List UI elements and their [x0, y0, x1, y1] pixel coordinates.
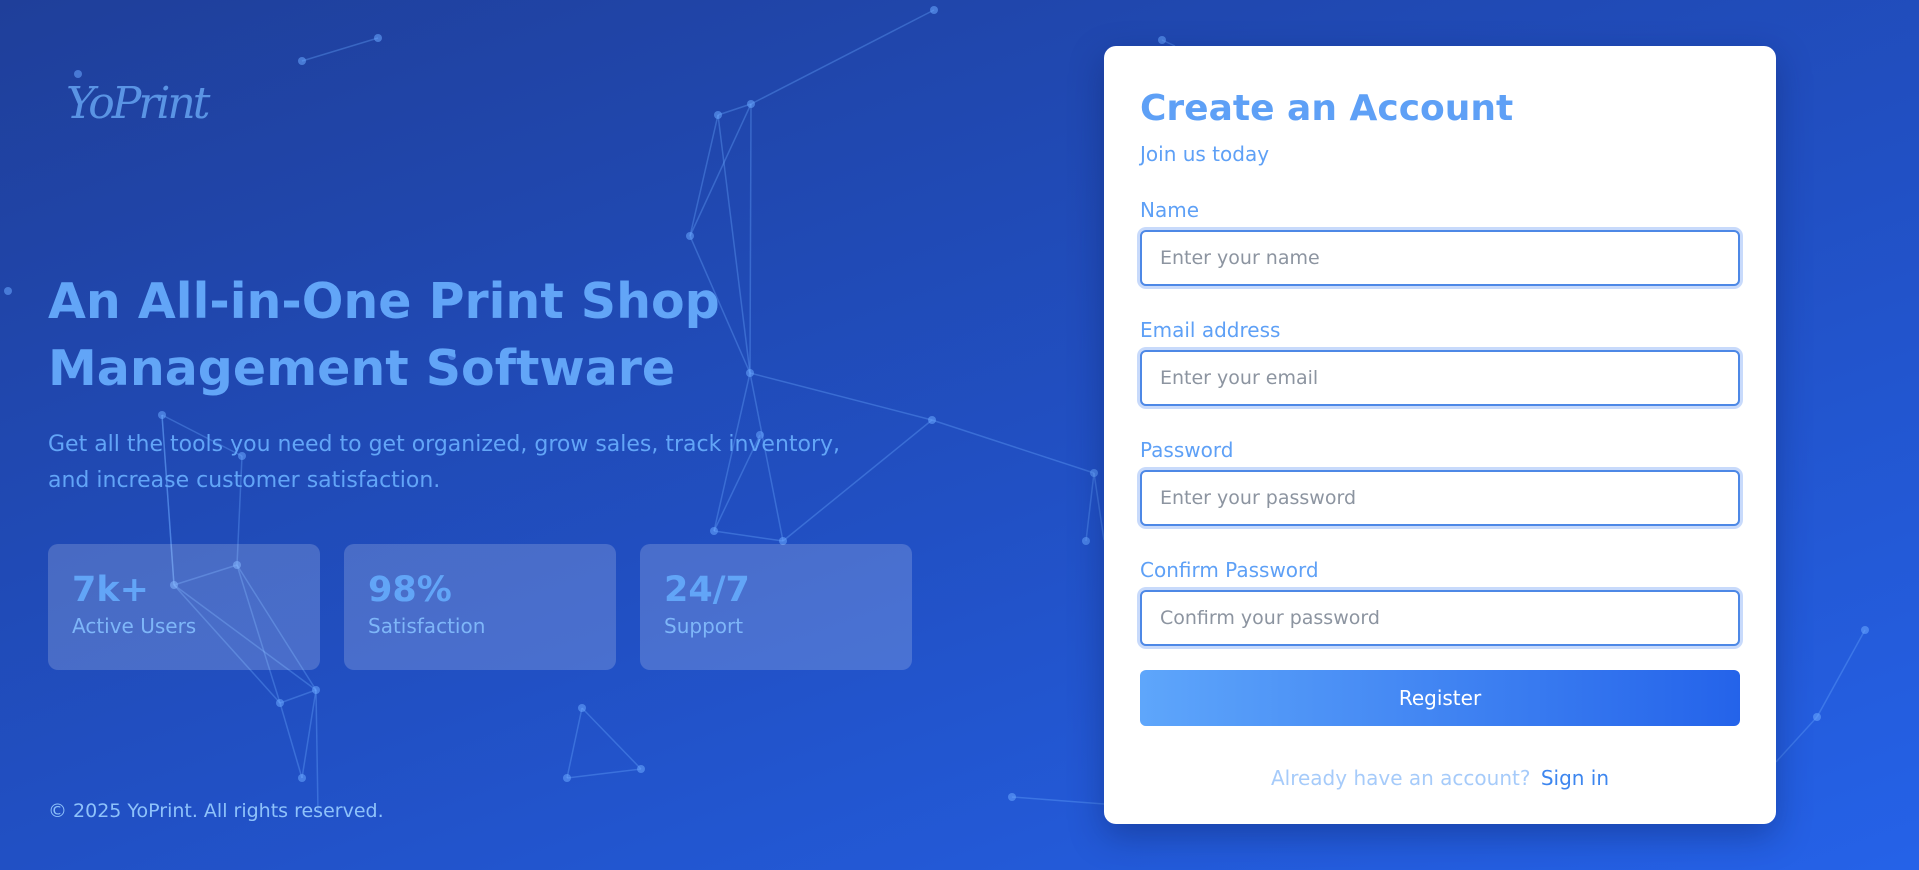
hero-title: An All-in-One Print Shop Management Soft… — [48, 273, 720, 397]
form-title: Create an Account — [1140, 88, 1514, 129]
signin-prompt: Already have an account? — [1270, 766, 1531, 790]
password-field-group: Password — [1140, 438, 1740, 526]
stat-label: Support — [664, 614, 744, 638]
stat-card-active-users: 7k+ Active Users — [48, 544, 320, 670]
password-label: Password — [1140, 438, 1234, 462]
signin-link[interactable]: Sign in — [1541, 766, 1609, 790]
yoprint-logo: YoPrint — [66, 78, 210, 129]
copyright-text: © 2025 YoPrint. All rights reserved. — [48, 800, 384, 822]
email-input[interactable] — [1140, 350, 1740, 406]
form-subtitle: Join us today — [1140, 142, 1270, 166]
stat-card-support: 24/7 Support — [640, 544, 912, 670]
stat-value: 7k+ — [72, 570, 149, 610]
stat-card-satisfaction: 98% Satisfaction — [344, 544, 616, 670]
confirm-password-input[interactable] — [1140, 590, 1740, 646]
email-label: Email address — [1140, 318, 1281, 342]
password-input[interactable] — [1140, 470, 1740, 526]
register-card: Create an Account Join us today Name Ema… — [1104, 46, 1776, 824]
register-button[interactable]: Register — [1140, 670, 1740, 726]
confirm-password-field-group: Confirm Password — [1140, 558, 1740, 646]
stat-label: Active Users — [72, 614, 197, 638]
confirm-password-label: Confirm Password — [1140, 558, 1319, 582]
email-field-group: Email address — [1140, 318, 1740, 406]
signin-row: Already have an account? Sign in — [1140, 766, 1740, 790]
name-field-group: Name — [1140, 198, 1740, 286]
stat-label: Satisfaction — [368, 614, 486, 638]
stats-row: 7k+ Active Users 98% Satisfaction 24/7 S… — [48, 544, 912, 670]
name-label: Name — [1140, 198, 1200, 222]
stat-value: 24/7 — [664, 570, 750, 610]
name-input[interactable] — [1140, 230, 1740, 286]
stat-value: 98% — [368, 570, 452, 610]
hero-subtitle: Get all the tools you need to get organi… — [48, 432, 841, 493]
